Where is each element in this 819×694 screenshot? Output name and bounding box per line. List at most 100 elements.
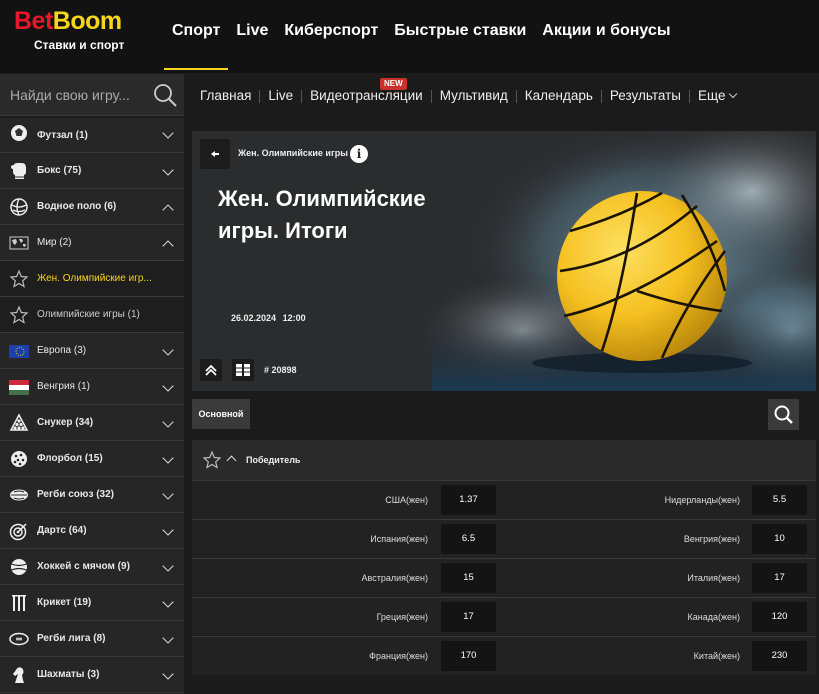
sidebar-item-label: Водное поло (6)	[37, 201, 117, 212]
sidebar-item-water-polo[interactable]: Водное поло (6)	[0, 189, 184, 225]
outcome-name: Австралия(жен)	[361, 573, 428, 583]
odd-button[interactable]: 17	[752, 563, 807, 593]
odd-button[interactable]: 170	[441, 641, 496, 671]
sidebar-item-label: Мир (2)	[37, 237, 72, 248]
odd-button[interactable]: 10	[752, 524, 807, 554]
sidebar-item-world[interactable]: Мир (2)	[0, 225, 184, 261]
snooker-icon	[9, 413, 29, 431]
chevron-down-icon[interactable]	[162, 596, 174, 608]
chevron-down-icon[interactable]	[162, 127, 174, 139]
odd-button[interactable]: 5.5	[752, 485, 807, 515]
sidebar-item-label: Бокс (75)	[37, 165, 82, 176]
sidebar-item-chess[interactable]: Шахматы (3)	[0, 657, 184, 693]
sidebar-item-label: Флорбол (15)	[37, 453, 103, 464]
nav-promotions[interactable]: Акции и бонусы	[534, 0, 678, 70]
sidebar-item-futsal[interactable]: Футзал (1)	[0, 118, 184, 153]
table-row: Испания(жен) 6.5 Венгрия(жен) 10	[192, 519, 816, 558]
table-row: Австралия(жен) 15 Италия(жен) 17	[192, 558, 816, 597]
back-button[interactable]	[200, 139, 230, 169]
sub-nav: Главная Live Видеотрансляции Мультивид К…	[192, 74, 819, 118]
nav-sport[interactable]: Спорт	[164, 0, 229, 70]
chevron-down-icon[interactable]	[162, 452, 174, 464]
table-row: Греция(жен) 17 Канада(жен) 120	[192, 597, 816, 636]
sidebar-item-darts[interactable]: Дартс (64)	[0, 513, 184, 549]
market-header-winner[interactable]: Победитель	[192, 440, 816, 480]
sidebar-item-women-olympics[interactable]: Жен. Олимпийские игр...	[0, 261, 184, 297]
info-icon[interactable]: i	[350, 145, 368, 163]
subnav-more[interactable]: Еще	[690, 74, 744, 118]
event-date: 26.02.2024	[231, 313, 277, 323]
top-nav: Спорт Live Киберспорт Быстрые ставки Акц…	[164, 0, 678, 73]
betboom-logo[interactable]: BetBoom Ставки и спорт	[14, 8, 154, 52]
odd-button[interactable]: 230	[752, 641, 807, 671]
star-icon[interactable]	[202, 450, 222, 470]
star-icon[interactable]	[9, 269, 29, 289]
outcome-name: Венгрия(жен)	[683, 534, 740, 544]
top-header: BetBoom Ставки и спорт Спорт Live Киберс…	[0, 0, 819, 73]
odd-button[interactable]: 17	[441, 602, 496, 632]
nav-fast-bets[interactable]: Быстрые ставки	[386, 0, 534, 70]
chevron-down-icon[interactable]	[162, 344, 174, 356]
sidebar-item-europe[interactable]: Европа (3)	[0, 333, 184, 369]
boxing-glove-icon	[11, 163, 26, 179]
columns-icon	[236, 364, 250, 376]
chevron-down-icon[interactable]	[162, 416, 174, 428]
subnav-calendar[interactable]: Календарь	[517, 74, 601, 118]
nav-live[interactable]: Live	[228, 0, 276, 70]
chevron-up-icon[interactable]	[226, 455, 237, 466]
rugby-ball-icon	[10, 489, 28, 501]
sidebar-item-olympics[interactable]: Олимпийские игры (1)	[0, 297, 184, 333]
market-title: Победитель	[246, 455, 301, 465]
odd-button[interactable]: 6.5	[441, 524, 496, 554]
event-banner: Жен. Олимпийские игры i Жен. Олимпийские…	[192, 131, 816, 391]
table-row: США(жен) 1.37 Нидерланды(жен) 5.5	[192, 480, 816, 519]
chevron-down-icon[interactable]	[162, 632, 174, 644]
breadcrumb: Жен. Олимпийские игры	[238, 148, 348, 158]
odd-button[interactable]: 120	[752, 602, 807, 632]
collapse-markets-button[interactable]	[200, 359, 222, 381]
sidebar-item-label: Регби союз (32)	[37, 489, 114, 500]
odd-button[interactable]: 1.37	[441, 485, 496, 515]
subnav-results[interactable]: Результаты	[602, 74, 689, 118]
star-icon[interactable]	[9, 305, 29, 325]
sidebar-item-snooker[interactable]: Снукер (34)	[0, 405, 184, 441]
match-id: # 20898	[264, 365, 297, 375]
sidebar-item-boxing[interactable]: Бокс (75)	[0, 153, 184, 189]
chevron-up-icon[interactable]	[162, 204, 174, 216]
sidebar-item-bandy[interactable]: Хоккей с мячом (9)	[0, 549, 184, 585]
chevron-down-icon[interactable]	[162, 380, 174, 392]
outcome-name: США(жен)	[385, 495, 428, 505]
chevron-down-icon[interactable]	[162, 164, 174, 176]
tab-main-markets[interactable]: Основной	[192, 399, 250, 429]
layout-toggle-button[interactable]	[232, 359, 254, 381]
event-datetime: 26.02.2024 12:00	[231, 313, 306, 323]
water-polo-ball-image	[412, 131, 816, 391]
nav-esports[interactable]: Киберспорт	[276, 0, 386, 70]
subnav-more-label: Еще	[698, 88, 726, 103]
chevron-up-icon[interactable]	[162, 240, 174, 252]
sidebar-item-cricket[interactable]: Крикет (19)	[0, 585, 184, 621]
chevron-down-icon[interactable]	[162, 668, 174, 680]
odd-button[interactable]: 15	[441, 563, 496, 593]
chevron-down-icon[interactable]	[162, 524, 174, 536]
sidebar-item-hungary[interactable]: Венгрия (1)	[0, 369, 184, 405]
sidebar-item-rugby-union[interactable]: Регби союз (32)	[0, 477, 184, 513]
subnav-live[interactable]: Live	[260, 74, 301, 118]
cricket-icon	[12, 595, 26, 611]
chevron-down-icon[interactable]	[162, 488, 174, 500]
search-icon[interactable]	[152, 82, 178, 108]
subnav-multiview[interactable]: Мультивид	[432, 74, 516, 118]
subnav-video[interactable]: Видеотрансляции	[302, 74, 431, 118]
table-row: Франция(жен) 170 Китай(жен) 230	[192, 636, 816, 675]
search-input[interactable]	[0, 74, 150, 116]
futsal-icon	[11, 125, 27, 141]
sidebar-item-floorball[interactable]: Флорбол (15)	[0, 441, 184, 477]
hungary-flag-icon	[9, 380, 29, 395]
chevron-down-icon[interactable]	[162, 560, 174, 572]
market-search-button[interactable]	[768, 399, 799, 430]
outcome-name: Греция(жен)	[376, 612, 428, 622]
sidebar-item-rugby-league[interactable]: Регби лига (8)	[0, 621, 184, 657]
subnav-main[interactable]: Главная	[192, 74, 259, 118]
floorball-icon	[11, 451, 27, 467]
sidebar-item-label: Футзал (1)	[37, 130, 88, 141]
